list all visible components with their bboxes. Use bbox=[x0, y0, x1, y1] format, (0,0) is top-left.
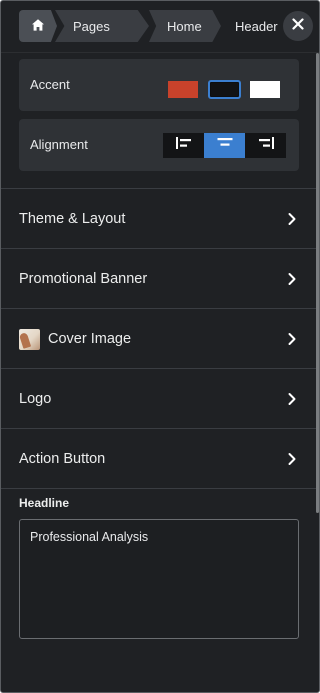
breadcrumb-bar: Pages Home Header bbox=[1, 1, 319, 53]
row-cover-image[interactable]: Cover Image bbox=[1, 308, 319, 368]
chevron-right-icon bbox=[285, 272, 299, 286]
row-action-button[interactable]: Action Button bbox=[1, 428, 319, 488]
breadcrumb-label: Header bbox=[235, 18, 278, 34]
accent-swatch-red[interactable] bbox=[168, 81, 198, 98]
accent-card: Accent bbox=[19, 59, 299, 111]
accent-swatch-white[interactable] bbox=[250, 81, 280, 98]
breadcrumb-item-header: Header bbox=[221, 10, 286, 42]
alignment-label: Alignment bbox=[30, 137, 88, 152]
breadcrumb-home[interactable] bbox=[19, 10, 57, 42]
cover-image-thumbnail bbox=[19, 329, 40, 350]
chevron-right-icon bbox=[285, 392, 299, 406]
align-right-icon bbox=[257, 136, 275, 155]
align-right-button[interactable] bbox=[245, 133, 286, 158]
scrollbar[interactable] bbox=[316, 53, 319, 513]
row-promotional-banner[interactable]: Promotional Banner bbox=[1, 248, 319, 308]
chevron-right-icon bbox=[285, 212, 299, 226]
align-left-icon bbox=[175, 136, 193, 155]
accent-swatch-black[interactable] bbox=[208, 80, 241, 99]
align-center-icon bbox=[216, 136, 234, 155]
row-logo[interactable]: Logo bbox=[1, 368, 319, 428]
chevron-right-icon bbox=[285, 452, 299, 466]
row-theme-layout[interactable]: Theme & Layout bbox=[1, 188, 319, 248]
headline-input[interactable]: Professional Analysis bbox=[19, 519, 299, 639]
header-divider bbox=[1, 52, 319, 53]
row-label: Logo bbox=[19, 390, 52, 407]
alignment-card: Alignment bbox=[19, 119, 299, 171]
side-panel: Pages Home Header Accent Alignment Theme… bbox=[0, 0, 320, 693]
row-divider bbox=[1, 488, 319, 489]
align-left-button[interactable] bbox=[163, 133, 204, 158]
breadcrumb-item-home[interactable]: Home bbox=[149, 10, 221, 42]
headline-label: Headline bbox=[19, 496, 70, 510]
breadcrumb-label: Pages bbox=[73, 18, 110, 34]
close-button[interactable] bbox=[283, 11, 313, 41]
accent-label: Accent bbox=[30, 77, 70, 92]
breadcrumb-label: Home bbox=[167, 18, 202, 34]
breadcrumb: Pages Home Header bbox=[19, 10, 290, 42]
alignment-segmented-control bbox=[163, 133, 286, 158]
row-label: Cover Image bbox=[48, 330, 132, 347]
align-center-button[interactable] bbox=[204, 133, 245, 158]
close-icon bbox=[292, 17, 304, 35]
row-label: Promotional Banner bbox=[19, 270, 148, 287]
row-label: Theme & Layout bbox=[19, 210, 126, 227]
row-label: Action Button bbox=[19, 450, 106, 467]
breadcrumb-item-pages[interactable]: Pages bbox=[55, 10, 149, 42]
chevron-right-icon bbox=[285, 332, 299, 346]
home-icon bbox=[31, 18, 45, 35]
